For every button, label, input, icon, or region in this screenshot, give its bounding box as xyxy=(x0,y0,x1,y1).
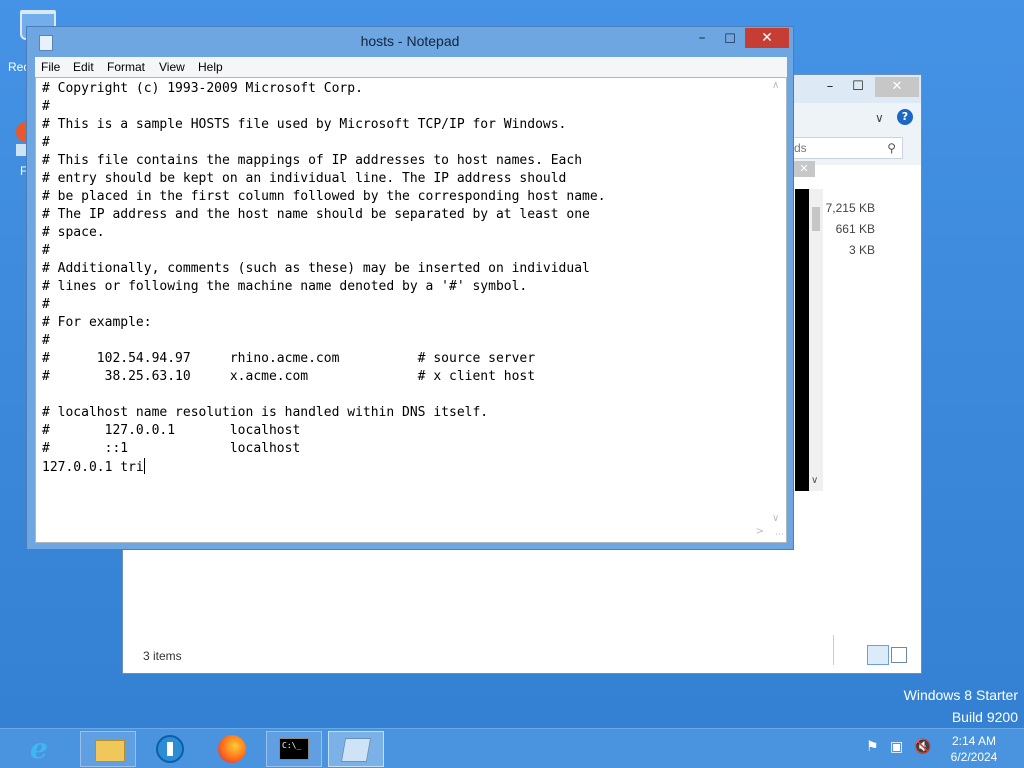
volume-muted-icon[interactable]: 🔇 xyxy=(914,739,931,755)
explorer-maximize-button[interactable]: ☐ xyxy=(845,77,871,97)
text-line[interactable]: # This file contains the mappings of IP … xyxy=(42,152,764,170)
network-globe-icon xyxy=(156,735,184,763)
explorer-close-button[interactable]: ✕ xyxy=(875,77,919,97)
file-size: 7,215 KB xyxy=(825,201,875,215)
system-clock[interactable]: 2:14 AM 6/2/2024 xyxy=(944,733,1004,765)
text-line[interactable]: # This is a sample HOSTS file used by Mi… xyxy=(42,116,764,134)
scroll-down-icon[interactable]: ∨ xyxy=(772,513,779,524)
minimize-button[interactable]: – xyxy=(689,29,715,51)
text-line[interactable]: # xyxy=(42,134,764,152)
taskbar-firefox-button[interactable] xyxy=(204,731,260,767)
text-line[interactable]: # 102.54.94.97 rhino.acme.com # source s… xyxy=(42,350,764,368)
explorer-status-count: 3 items xyxy=(143,649,182,663)
notepad-titlebar[interactable]: hosts - Notepad – ☐ ✕ xyxy=(27,27,793,57)
details-view-button[interactable] xyxy=(867,645,889,665)
preview-close-button[interactable]: ✕ xyxy=(793,161,815,177)
search-placeholder: ds xyxy=(794,141,807,155)
clock-date: 6/2/2024 xyxy=(950,750,998,764)
text-line[interactable]: # be placed in the first column followed… xyxy=(42,188,764,206)
text-line[interactable]: # space. xyxy=(42,224,764,242)
taskbar-explorer-button[interactable] xyxy=(80,731,136,767)
maximize-button[interactable]: ☐ xyxy=(717,29,743,51)
flag-icon[interactable]: ⚑ xyxy=(866,739,879,755)
text-line[interactable]: # Additionally, comments (such as these)… xyxy=(42,260,764,278)
text-line[interactable] xyxy=(42,386,764,404)
window-title: hosts - Notepad xyxy=(360,33,460,49)
text-line[interactable]: # lines or following the machine name de… xyxy=(42,278,764,296)
text-line[interactable]: # xyxy=(42,296,764,314)
text-line[interactable]: # Copyright (c) 1993-2009 Microsoft Corp… xyxy=(42,80,764,98)
text-line[interactable]: # xyxy=(42,98,764,116)
notepad-window[interactable]: hosts - Notepad – ☐ ✕ File Edit Format V… xyxy=(26,26,794,550)
scroll-right-icon[interactable]: > xyxy=(756,526,764,537)
cmd-icon: C:\_ xyxy=(279,738,309,760)
menu-view[interactable]: View xyxy=(159,60,185,74)
text-line[interactable]: # ::1 localhost xyxy=(42,440,764,458)
resize-grip-icon[interactable]: ⋯ xyxy=(775,530,784,540)
scroll-up-icon[interactable]: ∧ xyxy=(772,80,779,91)
network-icon[interactable]: ▣ xyxy=(890,739,903,755)
text-caret xyxy=(143,458,145,474)
watermark-build: Build 9200 xyxy=(951,709,1018,725)
close-button[interactable]: ✕ xyxy=(745,28,789,48)
menu-format[interactable]: Format xyxy=(107,60,145,74)
taskbar: e C:\_ ⚑ ▣ 🔇 2:14 AM 6/2/2024 xyxy=(0,728,1024,768)
vertical-scrollbar[interactable]: ∧ ∨ xyxy=(770,80,784,524)
status-divider xyxy=(833,635,834,665)
watermark-edition: Windows 8 Starter xyxy=(903,687,1018,703)
text-line[interactable]: # localhost name resolution is handled w… xyxy=(42,404,764,422)
text-line[interactable]: # 127.0.0.1 localhost xyxy=(42,422,764,440)
explorer-scroll-thumb[interactable] xyxy=(812,207,820,231)
taskbar-network-button[interactable] xyxy=(142,731,198,767)
text-line[interactable]: # xyxy=(42,332,764,350)
windows-watermark: Windows 8 Starter Build 9200 xyxy=(904,684,1018,728)
scroll-down-icon[interactable]: ∨ xyxy=(811,475,818,486)
text-line[interactable]: # 38.25.63.10 x.acme.com # x client host xyxy=(42,368,764,386)
menu-bar: File Edit Format View Help xyxy=(35,57,787,77)
horizontal-scrollbar[interactable]: > xyxy=(38,526,768,540)
taskbar-cmd-button[interactable]: C:\_ xyxy=(266,731,322,767)
preview-pane xyxy=(795,189,809,491)
text-line[interactable]: # For example: xyxy=(42,314,764,332)
text-editor[interactable]: # Copyright (c) 1993-2009 Microsoft Corp… xyxy=(35,77,787,543)
taskbar-ie-button[interactable]: e xyxy=(16,731,72,767)
file-size: 3 KB xyxy=(848,243,875,257)
explorer-search-input[interactable]: ds ⚲ xyxy=(791,137,903,159)
explorer-minimize-button[interactable]: – xyxy=(817,77,843,97)
search-icon[interactable]: ⚲ xyxy=(887,141,896,155)
help-icon[interactable]: ? xyxy=(897,109,913,125)
large-icons-view-button[interactable] xyxy=(891,647,907,663)
folder-icon xyxy=(95,740,125,762)
text-line[interactable]: # entry should be kept on an individual … xyxy=(42,170,764,188)
chevron-down-icon[interactable]: ∨ xyxy=(875,111,884,125)
firefox-icon xyxy=(218,735,246,763)
menu-edit[interactable]: Edit xyxy=(73,60,94,74)
text-line-current[interactable]: 127.0.0.1 tri xyxy=(42,458,764,477)
explorer-scrollbar[interactable] xyxy=(809,189,823,491)
clock-time: 2:14 AM xyxy=(951,734,997,748)
ie-icon: e xyxy=(30,732,48,765)
text-line[interactable]: # xyxy=(42,242,764,260)
menu-file[interactable]: File xyxy=(41,60,60,74)
taskbar-notepad-button[interactable] xyxy=(328,731,384,767)
file-size: 661 KB xyxy=(835,222,875,236)
notepad-icon xyxy=(340,738,372,762)
editor-text[interactable]: # Copyright (c) 1993-2009 Microsoft Corp… xyxy=(42,80,764,477)
text-line[interactable]: # The IP address and the host name shoul… xyxy=(42,206,764,224)
menu-help[interactable]: Help xyxy=(198,60,223,74)
